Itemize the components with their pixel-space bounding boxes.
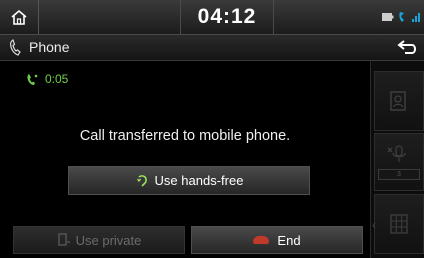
chevron-left-icon[interactable]: ‹: [372, 218, 376, 232]
hands-free-icon: [136, 174, 147, 187]
keypad-button[interactable]: [374, 194, 424, 254]
page-title: Phone: [29, 39, 70, 55]
battery-icon: [382, 13, 394, 21]
contacts-button[interactable]: [374, 71, 424, 131]
bluetooth-phone-icon: [399, 12, 404, 22]
microphone-mute-icon: [387, 144, 406, 162]
active-call-icon: [27, 73, 38, 85]
end-call-icon: [253, 236, 270, 244]
status-icons: [382, 0, 420, 34]
clock: 04:12: [180, 0, 274, 34]
use-hands-free-label: Use hands-free: [154, 173, 244, 188]
use-hands-free-button[interactable]: Use hands-free: [68, 166, 310, 195]
end-call-label: End: [277, 232, 301, 248]
private-phone-icon: [58, 233, 70, 246]
signal-icon: [412, 13, 420, 22]
status-message: Call transferred to mobile phone.: [79, 128, 291, 144]
mic-mute-button[interactable]: 3: [374, 133, 424, 191]
phone-icon: [10, 39, 21, 56]
call-duration-text: 0:05: [45, 72, 69, 86]
call-duration: 0:05: [26, 72, 68, 86]
keypad-icon: [390, 214, 408, 234]
mic-volume-bar[interactable]: 3: [378, 168, 420, 180]
back-button[interactable]: [396, 38, 418, 57]
contacts-icon: [390, 91, 406, 111]
home-button[interactable]: [0, 0, 39, 34]
end-call-button[interactable]: End: [191, 226, 363, 254]
home-icon: [11, 9, 27, 25]
title-bar: Phone: [0, 35, 424, 61]
use-private-label: Use private: [75, 232, 142, 248]
side-panel: 3: [370, 61, 424, 258]
use-private-button[interactable]: Use private: [13, 226, 185, 254]
status-bar: 04:12: [0, 0, 424, 35]
